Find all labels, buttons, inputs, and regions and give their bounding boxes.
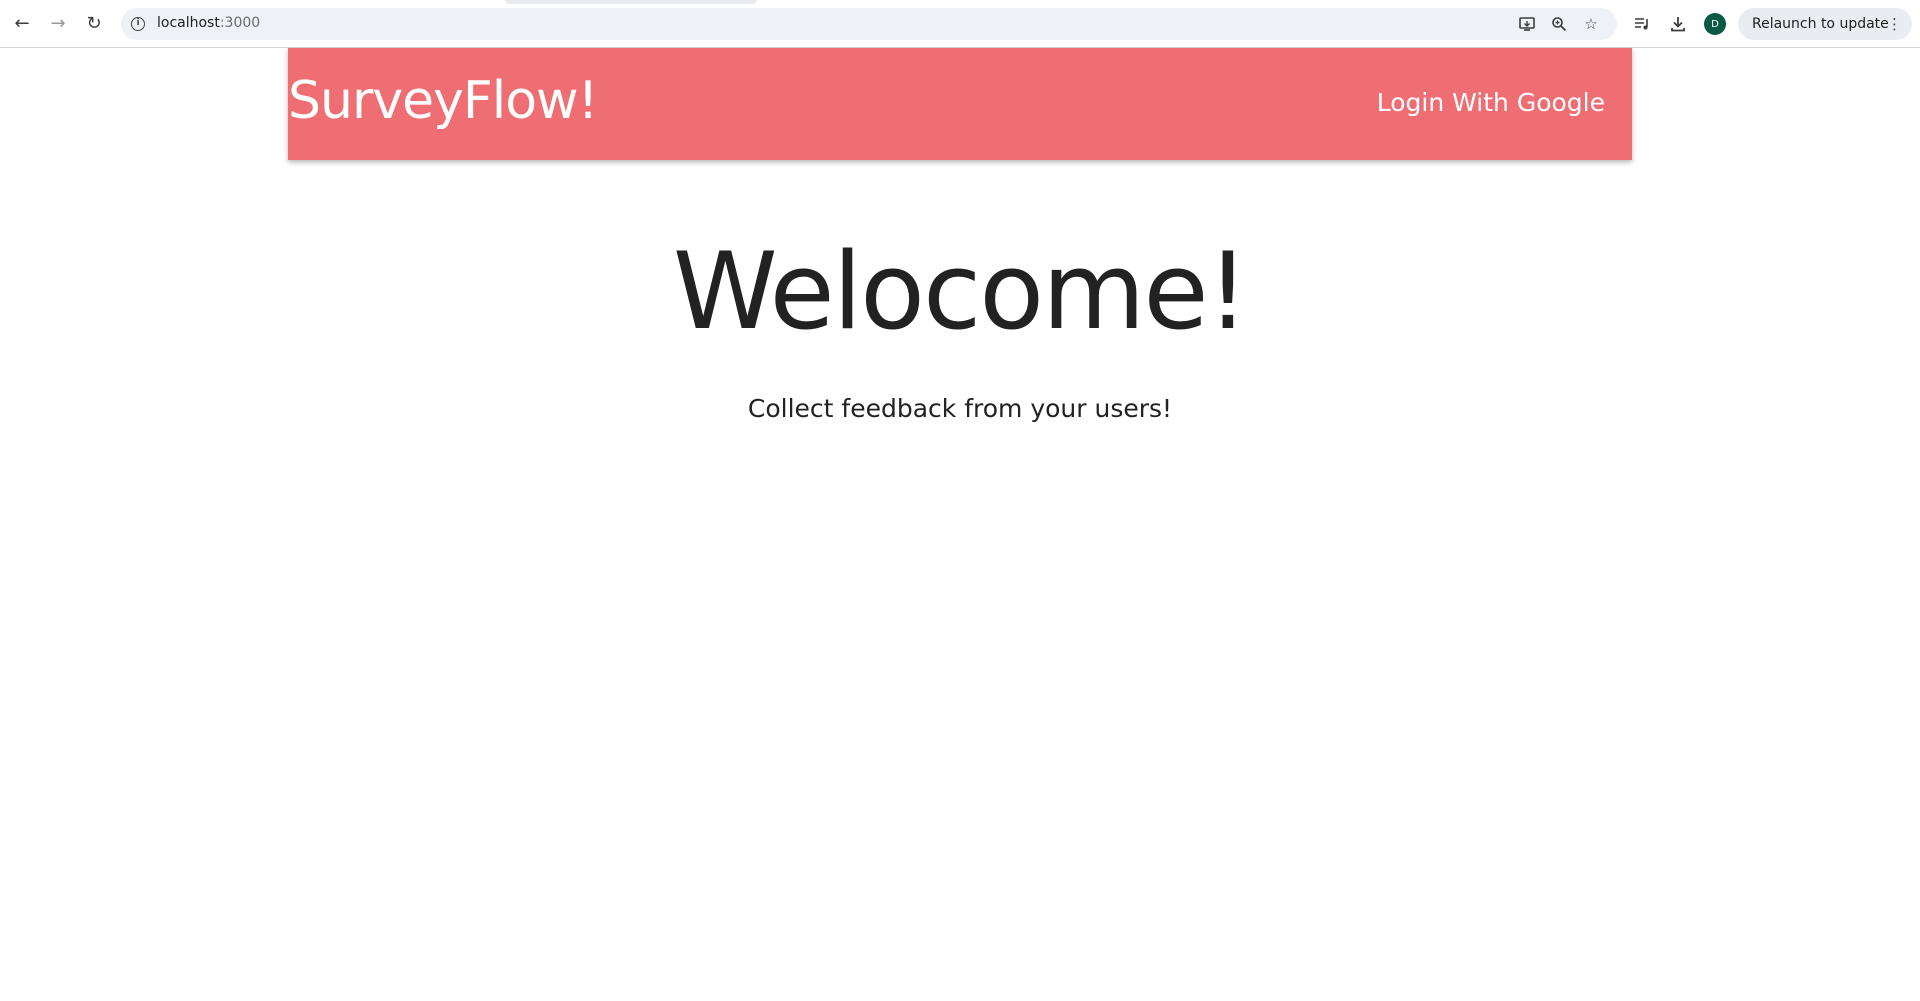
url-port: :3000	[219, 15, 261, 31]
url-text[interactable]: localhost:3000	[157, 15, 260, 31]
download-icon[interactable]	[1666, 12, 1690, 36]
relaunch-to-update-button[interactable]: Relaunch to update ⋮	[1738, 8, 1912, 40]
relaunch-label: Relaunch to update	[1752, 16, 1889, 32]
reload-icon[interactable]: ↻	[81, 11, 107, 37]
profile-avatar[interactable]: D	[1704, 13, 1726, 35]
zoom-icon[interactable]	[1549, 14, 1569, 34]
active-tab-indicator	[505, 0, 757, 4]
media-queue-icon[interactable]	[1630, 12, 1654, 36]
address-bar[interactable]: i localhost:3000 ☆	[121, 8, 1617, 40]
kebab-menu-icon[interactable]: ⋮	[1887, 14, 1902, 34]
back-arrow-icon[interactable]: ←	[9, 11, 35, 37]
star-icon[interactable]: ☆	[1581, 14, 1601, 34]
info-icon[interactable]: i	[131, 17, 145, 31]
welcome-subtitle: Collect feedback from your users!	[747, 394, 1173, 423]
welcome-heading: Welocome!	[672, 230, 1249, 353]
app-navbar: SurveyFlow! Login With Google	[288, 48, 1632, 160]
forward-arrow-icon[interactable]: →	[45, 11, 71, 37]
login-with-google-link[interactable]: Login With Google	[1377, 88, 1605, 117]
browser-toolbar: ← → ↻ i localhost:3000 ☆ D Relaunch to u…	[0, 0, 1920, 48]
brand-logo-link[interactable]: SurveyFlow!	[288, 71, 598, 131]
url-host: localhost	[157, 15, 220, 31]
cast-icon[interactable]	[1517, 14, 1537, 34]
